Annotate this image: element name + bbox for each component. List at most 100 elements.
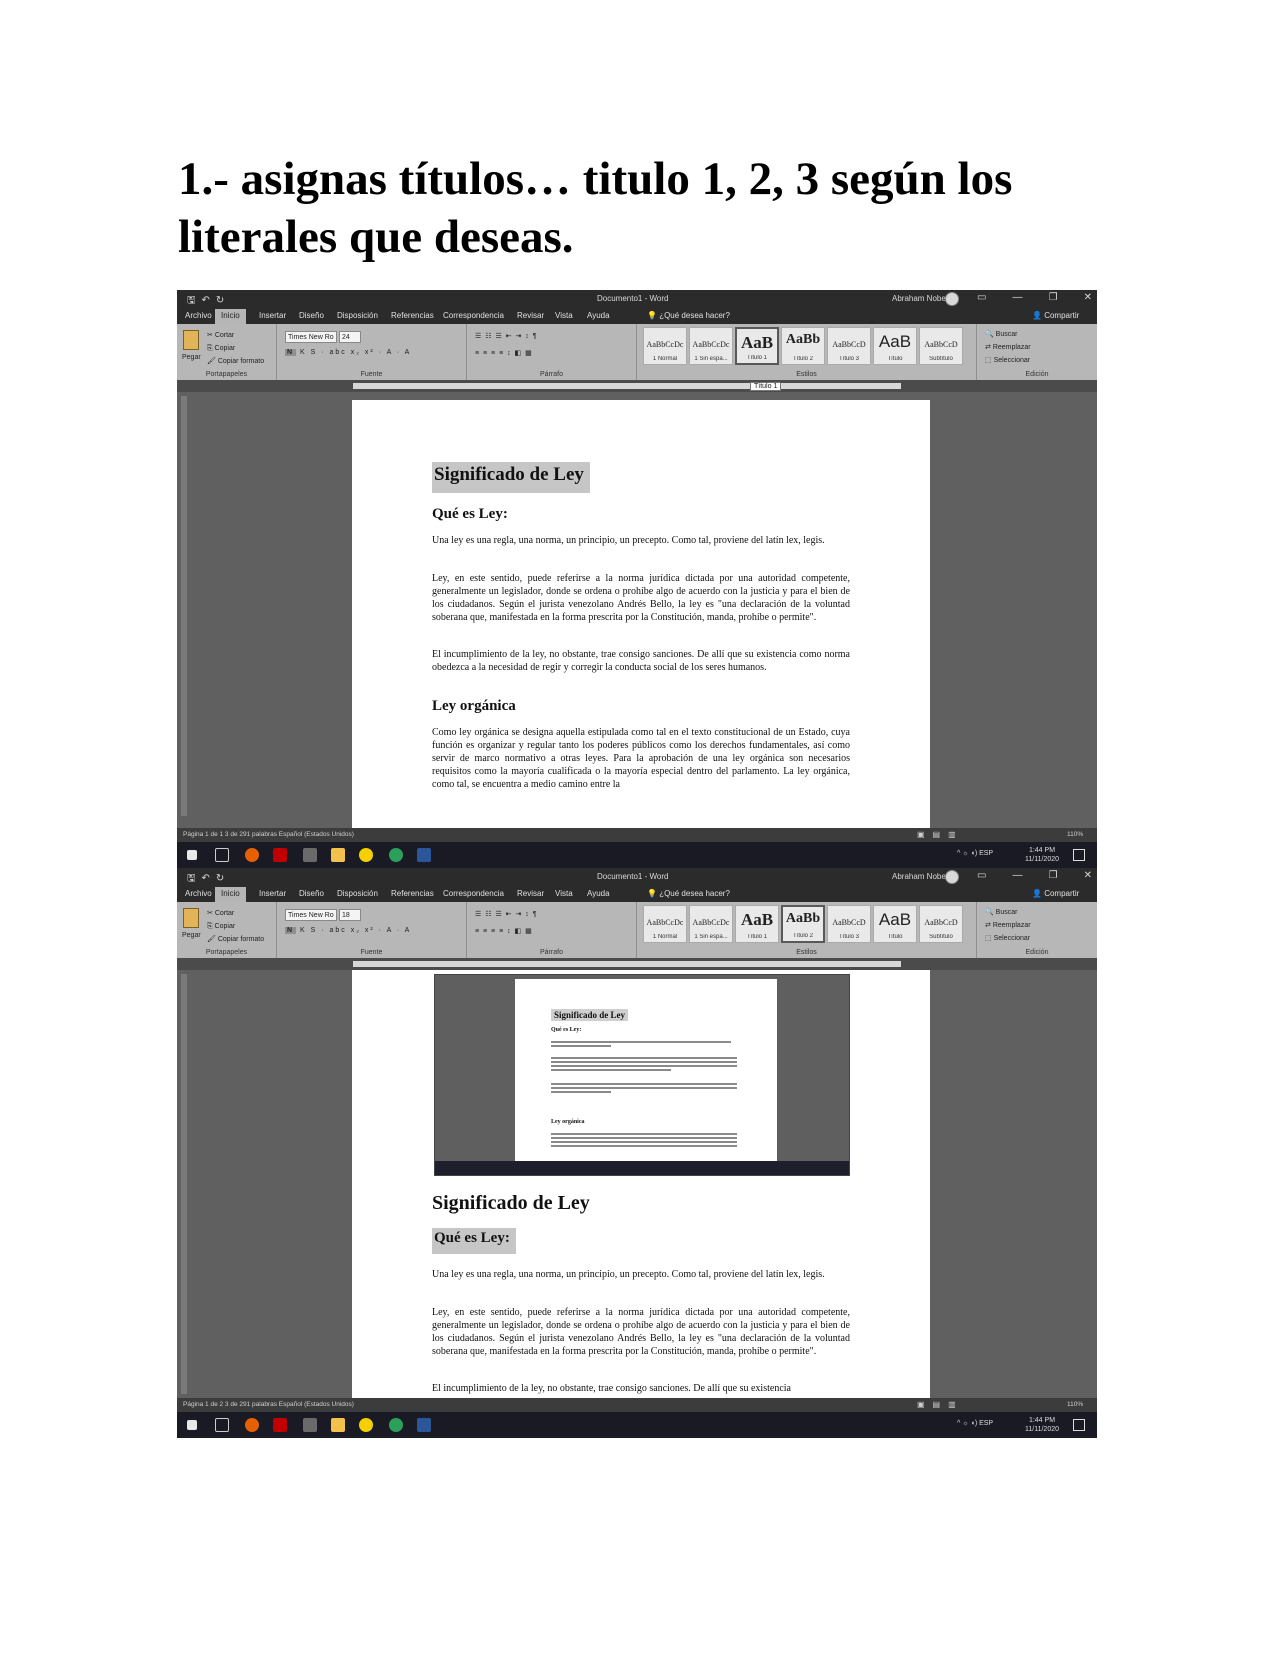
tab-ayuda[interactable]: Ayuda [587, 311, 610, 320]
paste-icon[interactable] [183, 908, 199, 928]
doc-section-heading[interactable]: Ley orgánica [432, 698, 516, 715]
doc-title[interactable]: Significado de Ley [432, 462, 590, 493]
tab-archivo[interactable]: Archivo [185, 889, 212, 898]
paragraph-1[interactable]: Una ley es una regla, una norma, un prin… [432, 1268, 850, 1281]
tab-revisar[interactable]: Revisar [517, 311, 544, 320]
chrome-icon[interactable] [389, 1418, 403, 1432]
system-tray[interactable]: ^ ☼ ◖) ESP [957, 1420, 993, 1427]
format-buttons[interactable]: N K S · abc x₂ x² · A · A [285, 349, 411, 356]
zoom-level[interactable]: 110% [1067, 1401, 1083, 1408]
firefox-icon[interactable] [245, 848, 259, 862]
tab-referencias[interactable]: Referencias [391, 311, 434, 320]
share-button[interactable]: 👤 Compartir [1032, 311, 1079, 320]
chrome-icon[interactable] [389, 848, 403, 862]
calculator-icon[interactable] [303, 1418, 317, 1432]
clock[interactable]: 1:44 PM 11/11/2020 [1025, 1416, 1059, 1434]
ruler[interactable]: Título 1 [177, 380, 1097, 392]
file-explorer-icon[interactable] [331, 848, 345, 862]
avatar[interactable] [945, 870, 959, 884]
windows-start-icon[interactable] [187, 1420, 197, 1430]
tab-diseno[interactable]: Diseño [299, 311, 324, 320]
style-subtitle[interactable]: AaBbCcD Subtítulo [919, 327, 963, 365]
system-tray[interactable]: ^ ☼ ◖) ESP [957, 850, 993, 857]
doc-title[interactable]: Significado de Ley [432, 1192, 590, 1215]
notification-icon[interactable] [1073, 849, 1085, 861]
document-page[interactable]: Significado de Ley Qué es Ley: Ley orgán… [352, 970, 930, 1398]
tell-me-search[interactable]: 💡 ¿Qué desea hacer? [647, 311, 730, 320]
style-heading-1[interactable]: AaB Título 1 [735, 327, 779, 365]
calculator-icon[interactable] [303, 848, 317, 862]
word-icon[interactable] [417, 848, 431, 862]
windows-start-icon[interactable] [187, 850, 197, 860]
tab-vista[interactable]: Vista [555, 311, 573, 320]
paste-icon[interactable] [183, 330, 199, 350]
find-button[interactable]: 🔍 Buscar [985, 328, 1031, 341]
copy-button[interactable]: ⎘ Copiar [207, 342, 264, 355]
ruler[interactable] [177, 958, 1097, 970]
chat-icon[interactable] [359, 848, 373, 862]
style-normal[interactable]: AaBbCcDc 1 Normal [643, 905, 687, 943]
style-heading-1[interactable]: AaB Título 1 [735, 905, 779, 943]
notification-icon[interactable] [1073, 1419, 1085, 1431]
replace-button[interactable]: ⇄ Reemplazar [985, 341, 1031, 354]
font-name-select[interactable]: Times New Ro [285, 909, 337, 921]
format-buttons[interactable]: N K S · abc x₂ x² · A · A [285, 927, 411, 934]
replace-button[interactable]: ⇄ Reemplazar [985, 919, 1031, 932]
netflix-icon[interactable] [273, 1418, 287, 1432]
paragraph-2[interactable]: Ley, en este sentido, puede referirse a … [432, 572, 850, 624]
chat-icon[interactable] [359, 1418, 373, 1432]
view-buttons[interactable]: ▣▤▥ [917, 1400, 964, 1409]
copy-button[interactable]: ⎘ Copiar [207, 920, 264, 933]
firefox-icon[interactable] [245, 1418, 259, 1432]
tab-correspondencia[interactable]: Correspondencia [443, 311, 504, 320]
tab-diseno[interactable]: Diseño [299, 889, 324, 898]
tell-me-search[interactable]: 💡 ¿Qué desea hacer? [647, 889, 730, 898]
format-painter-button[interactable]: 🖌 Copiar formato [207, 355, 264, 368]
paragraph-2[interactable]: Ley, en este sentido, puede referirse a … [432, 1306, 850, 1358]
netflix-icon[interactable] [273, 848, 287, 862]
format-painter-button[interactable]: 🖌 Copiar formato [207, 933, 264, 946]
view-buttons[interactable]: ▣▤▥ [917, 830, 964, 839]
select-button[interactable]: ⬚ Seleccionar [985, 932, 1031, 945]
tab-ayuda[interactable]: Ayuda [587, 889, 610, 898]
style-heading-2[interactable]: AaBb Título 2 [781, 327, 825, 365]
paragraph-1[interactable]: Una ley es una regla, una norma, un prin… [432, 534, 850, 547]
font-name-select[interactable]: Times New Ro [285, 331, 337, 343]
cut-button[interactable]: ✂ Cortar [207, 907, 264, 920]
zoom-level[interactable]: 110% [1067, 831, 1083, 838]
style-title[interactable]: AaB Título [873, 327, 917, 365]
align-buttons[interactable]: ≡ ≡ ≡ ≡ ↕ ◧ ▦ [475, 927, 533, 935]
paragraph-3[interactable]: El incumplimiento de la ley, no obstante… [432, 1382, 850, 1395]
style-subtitle[interactable]: AaBbCcD Subtítulo [919, 905, 963, 943]
document-page[interactable]: Significado de Ley Qué es Ley: Una ley e… [352, 400, 930, 828]
align-buttons[interactable]: ≡ ≡ ≡ ≡ ↕ ◧ ▦ [475, 349, 533, 357]
cut-button[interactable]: ✂ Cortar [207, 329, 264, 342]
paste-button[interactable]: Pegar [182, 354, 201, 361]
select-button[interactable]: ⬚ Seleccionar [985, 354, 1031, 367]
tab-insertar[interactable]: Insertar [259, 311, 286, 320]
tab-disposicion[interactable]: Disposición [337, 889, 378, 898]
task-view-icon[interactable] [215, 848, 229, 862]
tab-vista[interactable]: Vista [555, 889, 573, 898]
task-view-icon[interactable] [215, 1418, 229, 1432]
style-heading-3[interactable]: AaBbCcD Título 3 [827, 905, 871, 943]
tab-archivo[interactable]: Archivo [185, 311, 212, 320]
style-no-spacing[interactable]: AaBbCcDc 1 Sin espa... [689, 327, 733, 365]
word-icon[interactable] [417, 1418, 431, 1432]
tab-insertar[interactable]: Insertar [259, 889, 286, 898]
window-controls[interactable]: ▭ — ❐ ✕ [977, 870, 1092, 881]
avatar[interactable] [945, 292, 959, 306]
file-explorer-icon[interactable] [331, 1418, 345, 1432]
paste-button[interactable]: Pegar [182, 932, 201, 939]
embedded-screenshot[interactable]: Significado de Ley Qué es Ley: Ley orgán… [434, 974, 850, 1176]
font-size-select[interactable]: 24 [339, 331, 361, 343]
share-button[interactable]: 👤 Compartir [1032, 889, 1079, 898]
style-title[interactable]: AaB Título [873, 905, 917, 943]
tab-correspondencia[interactable]: Correspondencia [443, 889, 504, 898]
tab-inicio[interactable]: Inicio [215, 309, 246, 324]
tab-disposicion[interactable]: Disposición [337, 311, 378, 320]
find-button[interactable]: 🔍 Buscar [985, 906, 1031, 919]
doc-subtitle[interactable]: Qué es Ley: [432, 506, 508, 523]
style-heading-3[interactable]: AaBbCcD Título 3 [827, 327, 871, 365]
list-buttons[interactable]: ☰ ☷ ☰ ⇤ ⇥ ↕ ¶ [475, 910, 538, 918]
